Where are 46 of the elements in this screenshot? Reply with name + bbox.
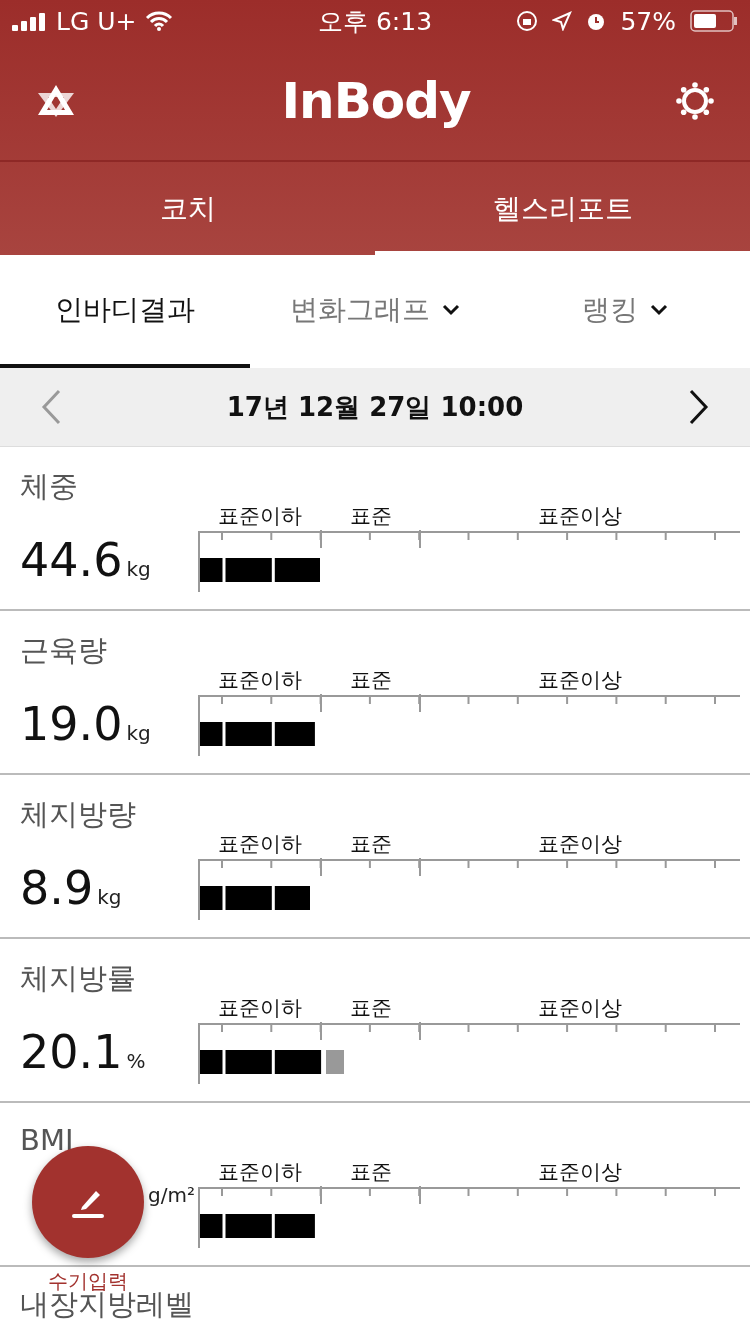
settings-icon[interactable]: [676, 82, 714, 120]
date-label: 17년 12월 27일 10:00: [226, 390, 524, 424]
carrier-name: LG U+: [56, 6, 137, 36]
range-label: 표준: [348, 1159, 393, 1186]
metric-value: 8.9: [20, 861, 94, 915]
sub-tab[interactable]: 랭킹: [500, 255, 750, 368]
battery-icon: [690, 10, 738, 32]
clock-time: 오후 6:13: [317, 5, 433, 38]
range-label: 표준이상: [537, 995, 623, 1022]
range-label: 표준이상: [537, 667, 623, 694]
range-label: 표준: [348, 667, 393, 694]
metric-value: 44.6: [20, 533, 123, 587]
app-logo: InBody: [281, 72, 471, 130]
location-icon: [552, 11, 573, 31]
range-label: 표준이상: [537, 831, 623, 858]
metric-value: 19.0: [20, 697, 123, 751]
range-label: 표준이상: [537, 1159, 623, 1186]
metric-name: 체중: [20, 468, 79, 505]
range-label: 표준이하: [216, 667, 303, 694]
metric-unit: kg: [126, 557, 151, 581]
range-label: 표준이상: [537, 503, 623, 530]
range-label: 표준: [348, 995, 393, 1022]
metric-name: 체지방률: [20, 960, 137, 997]
metric-name: 근육량: [20, 632, 108, 669]
main-tab[interactable]: 헬스리포트: [375, 162, 750, 255]
metric-unit: g/m²: [148, 1183, 195, 1207]
metric-value: 20.1: [20, 1025, 123, 1079]
wifi-icon: [144, 11, 173, 31]
metric-name: 체지방량: [20, 796, 137, 833]
sub-tab[interactable]: 변화그래프: [250, 255, 500, 368]
metric-unit: kg: [97, 885, 122, 909]
range-label: 표준이하: [216, 831, 303, 858]
signal-icon: [12, 11, 48, 31]
main-tab[interactable]: 코치: [0, 162, 375, 255]
range-label: 표준이하: [216, 995, 303, 1022]
alarm-icon: [586, 11, 607, 31]
range-label: 표준: [348, 831, 393, 858]
logo-triangle-icon[interactable]: [36, 83, 76, 119]
rotation-lock-icon: [516, 10, 539, 32]
metric-unit: %: [126, 1049, 146, 1073]
range-label: 표준이하: [216, 503, 303, 530]
metric-name: BMI: [20, 1123, 75, 1157]
metric-unit: kg: [126, 721, 151, 745]
range-label: 표준이하: [216, 1159, 303, 1186]
battery-percent: 57%: [620, 6, 676, 36]
range-label: 표준: [348, 503, 393, 530]
